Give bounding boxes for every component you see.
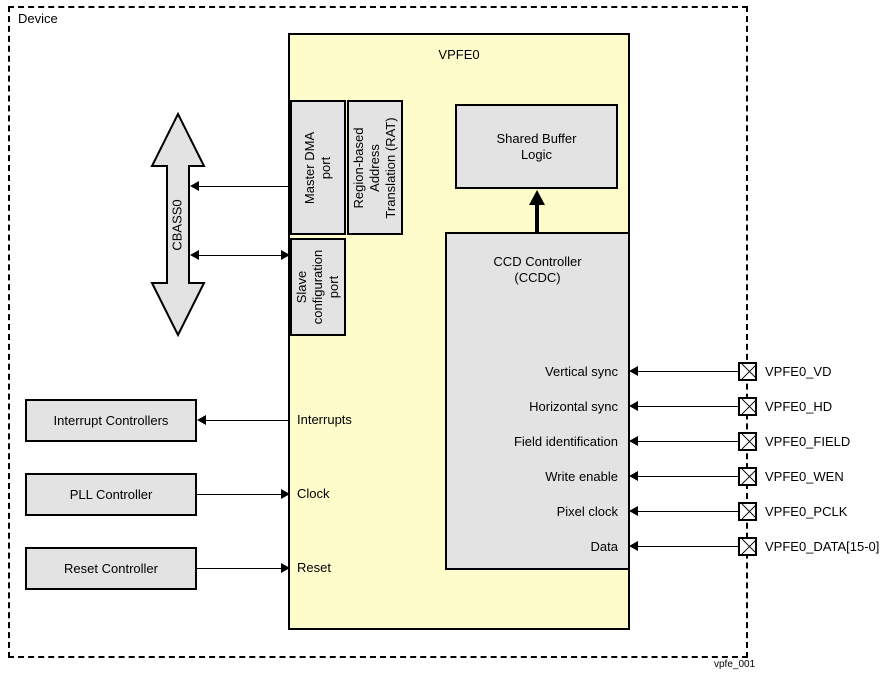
shared-buffer-line2: Logic bbox=[520, 146, 553, 162]
pin-box-vd bbox=[738, 362, 757, 381]
signal-pin-data: VPFE0_DATA[15-0] bbox=[765, 539, 880, 554]
signal-arrowhead-hd bbox=[629, 401, 638, 411]
master-dma-port-line2: port bbox=[318, 156, 333, 179]
signal-pin-pclk: VPFE0_PCLK bbox=[765, 504, 848, 519]
signal-arrowhead-vd bbox=[629, 366, 638, 376]
reset-controller-block: Reset Controller bbox=[25, 547, 197, 590]
device-label: Device bbox=[18, 11, 58, 26]
ccd-controller-title: CCD Controller (CCDC) bbox=[445, 254, 630, 286]
signal-function-wen: Write enable bbox=[545, 469, 618, 484]
master-dma-port-line1: Master DMA bbox=[302, 131, 317, 204]
pin-box-hd bbox=[738, 397, 757, 416]
signal-function-data: Data bbox=[590, 539, 618, 554]
rat-block: Region-based Address Translation (RAT) bbox=[347, 100, 403, 235]
rat-line1: Region-based bbox=[351, 127, 366, 208]
pin-box-data bbox=[738, 537, 757, 556]
ccdc-to-shared-buffer-line bbox=[535, 205, 539, 233]
clock-line bbox=[197, 494, 282, 495]
vpfe-block-diagram: Device VPFE0 CBASS0 Master DMA port Regi… bbox=[0, 0, 884, 677]
master-dma-port-label: Master DMA port bbox=[302, 131, 334, 203]
slave-cfg-bus-arrowhead-right bbox=[281, 250, 290, 260]
signal-pin-field: VPFE0_FIELD bbox=[765, 434, 851, 449]
slave-cfg-bus-arrowhead-left bbox=[190, 250, 199, 260]
interrupt-controllers-label: Interrupt Controllers bbox=[53, 412, 169, 428]
signal-arrowhead-data bbox=[629, 541, 638, 551]
pll-controller-label: PLL Controller bbox=[69, 486, 153, 502]
interrupts-port-label: Interrupts bbox=[297, 412, 352, 427]
interrupts-line bbox=[205, 420, 290, 421]
signal-pin-wen: VPFE0_WEN bbox=[765, 469, 844, 484]
slave-cfg-line1: Slave bbox=[294, 270, 309, 304]
signal-pin-hd: VPFE0_HD bbox=[765, 399, 833, 414]
ccdc-line1: CCD Controller bbox=[493, 254, 582, 269]
reset-arrowhead bbox=[281, 563, 290, 573]
master-dma-bus-arrowhead bbox=[190, 181, 199, 191]
master-dma-port-block: Master DMA port bbox=[290, 100, 346, 235]
shared-buffer-line1: Shared Buffer bbox=[496, 130, 577, 146]
interrupts-arrowhead bbox=[197, 415, 206, 425]
master-dma-bus-line bbox=[198, 186, 290, 187]
signal-line-wen bbox=[637, 476, 738, 477]
shared-buffer-logic-label: Shared Buffer Logic bbox=[497, 131, 577, 163]
clock-arrowhead bbox=[281, 489, 290, 499]
pll-controller-block: PLL Controller bbox=[25, 473, 197, 516]
pin-box-pclk bbox=[738, 502, 757, 521]
slave-configuration-port-label: Slave configuration port bbox=[294, 250, 342, 324]
rat-label: Region-based Address Translation (RAT) bbox=[351, 117, 399, 218]
rat-line3: Translation (RAT) bbox=[383, 116, 398, 219]
rat-line2: Address bbox=[367, 143, 382, 192]
slave-cfg-bus-line bbox=[198, 255, 290, 256]
clock-port-label: Clock bbox=[297, 486, 330, 501]
figure-id-caption: vpfe_001 bbox=[714, 659, 756, 670]
reset-controller-label: Reset Controller bbox=[64, 560, 158, 576]
signal-arrowhead-wen bbox=[629, 471, 638, 481]
ccdc-line2: (CCDC) bbox=[514, 270, 561, 285]
signal-function-hd: Horizontal sync bbox=[529, 399, 618, 414]
signal-line-data bbox=[637, 546, 738, 547]
signal-line-hd bbox=[637, 406, 738, 407]
signal-line-pclk bbox=[637, 511, 738, 512]
reset-port-label: Reset bbox=[297, 560, 331, 575]
cbass0-bus-arrow bbox=[150, 112, 206, 337]
signal-function-vd: Vertical sync bbox=[545, 364, 618, 379]
interrupt-controllers-block: Interrupt Controllers bbox=[25, 399, 197, 442]
signal-arrowhead-field bbox=[629, 436, 638, 446]
slave-configuration-port-block: Slave configuration port bbox=[290, 238, 346, 336]
signal-pin-vd: VPFE0_VD bbox=[765, 364, 832, 379]
pin-box-wen bbox=[738, 467, 757, 486]
ccdc-to-shared-buffer-arrowhead bbox=[529, 190, 545, 205]
signal-arrowhead-pclk bbox=[629, 506, 638, 516]
signal-function-field: Field identification bbox=[513, 434, 618, 449]
shared-buffer-logic-block: Shared Buffer Logic bbox=[455, 104, 618, 189]
signal-line-field bbox=[637, 441, 738, 442]
vpfe0-title: VPFE0 bbox=[438, 47, 480, 62]
slave-cfg-line3: port bbox=[326, 275, 341, 299]
reset-line bbox=[197, 568, 282, 569]
pin-box-field bbox=[738, 432, 757, 451]
signal-function-pclk: Pixel clock bbox=[556, 504, 618, 519]
slave-cfg-line2: configuration bbox=[310, 249, 325, 325]
signal-line-vd bbox=[637, 371, 738, 372]
